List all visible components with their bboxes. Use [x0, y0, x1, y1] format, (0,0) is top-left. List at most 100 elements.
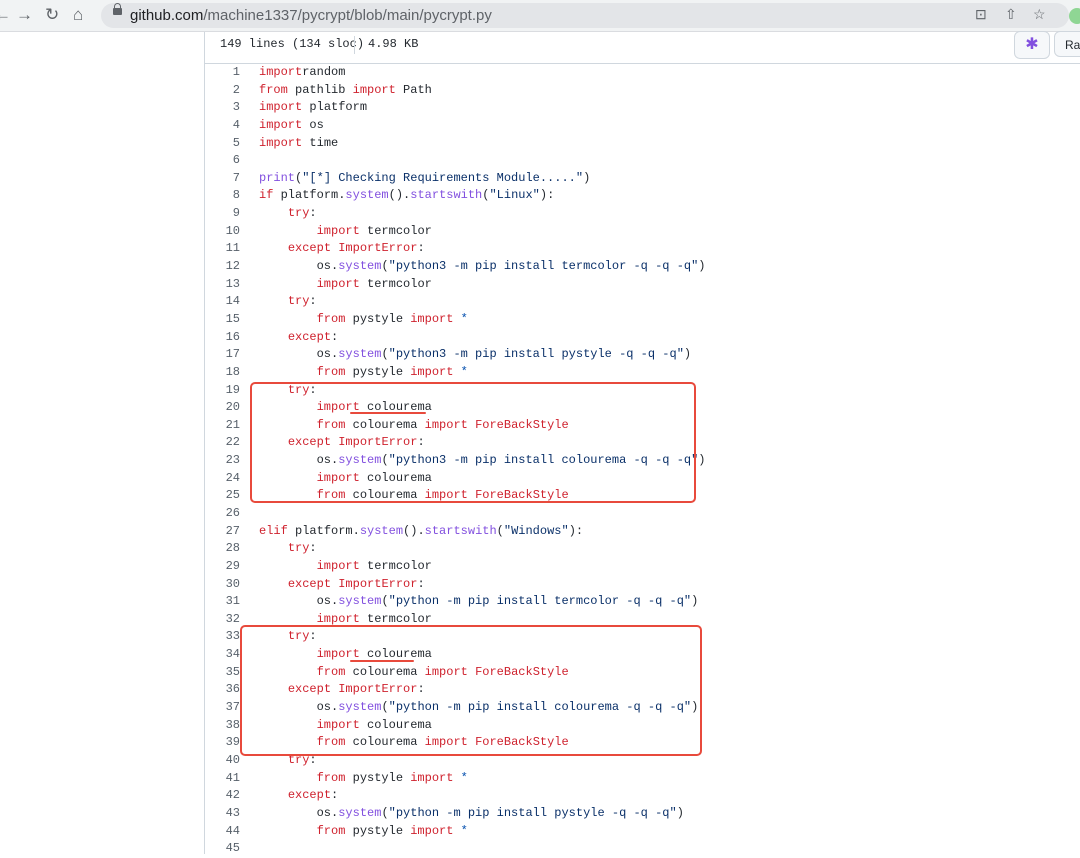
code-token: pathlib [287, 82, 353, 97]
raw-button[interactable]: Ra [1054, 31, 1080, 57]
home-icon[interactable]: ⌂ [73, 5, 83, 25]
code-token: ( [381, 259, 389, 274]
line-number[interactable]: 19 [205, 382, 240, 400]
line-number[interactable]: 38 [205, 717, 240, 735]
code-token: ) [676, 805, 684, 820]
line-number[interactable]: 26 [205, 505, 240, 523]
code-token: system [345, 188, 389, 203]
translate-icon[interactable]: ⊡ [975, 6, 987, 23]
divider [354, 36, 355, 54]
line-number[interactable]: 3 [205, 99, 240, 117]
line-number[interactable]: 41 [205, 770, 240, 788]
code-token: ) [683, 347, 692, 362]
code-token: ): [539, 188, 555, 203]
line-number[interactable]: 33 [205, 628, 240, 646]
code-token: ( [381, 347, 389, 362]
forward-arrow-icon[interactable]: → [16, 5, 33, 25]
code-token: * [460, 770, 468, 785]
url-host: github.com [130, 7, 204, 24]
line-number[interactable]: 7 [205, 170, 240, 188]
bookmark-star-icon[interactable]: ☆ [1033, 6, 1046, 23]
line-number[interactable]: 20 [205, 399, 240, 417]
code-token: os [302, 117, 324, 132]
line-number[interactable]: 25 [205, 487, 240, 505]
line-number[interactable]: 23 [205, 452, 240, 470]
line-number[interactable]: 14 [205, 293, 240, 311]
line-number[interactable]: 39 [205, 734, 240, 752]
line-number[interactable]: 21 [205, 417, 240, 435]
line-number[interactable]: 42 [205, 787, 240, 805]
line-number[interactable]: 5 [205, 135, 240, 153]
code-token: import [410, 364, 454, 379]
code-text: elif platform.system().startswith("Windo… [259, 523, 583, 541]
line-number[interactable]: 16 [205, 329, 240, 347]
code-token: ( [496, 523, 504, 538]
line-number[interactable]: 34 [205, 646, 240, 664]
copilot-icon[interactable]: ✱ [1014, 31, 1050, 59]
line-number[interactable]: 6 [205, 152, 240, 170]
share-icon[interactable]: ⇧ [1005, 6, 1017, 23]
line-number[interactable]: 28 [205, 540, 240, 558]
code-token: except [287, 576, 332, 591]
line-number[interactable]: 27 [205, 523, 240, 541]
code-text: from pystyle import * [259, 770, 468, 788]
code-token: pystyle [345, 823, 411, 838]
back-arrow-icon[interactable]: ← [0, 5, 11, 25]
line-number[interactable]: 2 [205, 82, 240, 100]
line-number[interactable]: 32 [205, 611, 240, 629]
code-token: ): [568, 523, 584, 538]
line-number[interactable]: 11 [205, 240, 240, 258]
browser-toolbar: ← → ↻ ⌂ github.com/machine1337/pycrypt/b… [0, 0, 1080, 32]
code-token: pystyle [345, 311, 411, 326]
line-number[interactable]: 37 [205, 699, 240, 717]
code-line: 12 os.system("python3 -m pip install ter… [205, 258, 1080, 276]
code-text: import termcolor [259, 558, 432, 576]
line-number[interactable]: 45 [205, 840, 240, 858]
code-line: 16 except: [205, 329, 1080, 347]
line-number[interactable]: 40 [205, 752, 240, 770]
code-text: try: [259, 205, 317, 223]
line-number[interactable]: 10 [205, 223, 240, 241]
profile-avatar[interactable] [1069, 8, 1080, 24]
code-token: import [259, 100, 303, 115]
code-token: termcolor [359, 276, 432, 291]
line-number[interactable]: 36 [205, 681, 240, 699]
code-text: from pystyle import * [259, 823, 468, 841]
line-number[interactable]: 35 [205, 664, 240, 682]
line-number[interactable]: 31 [205, 593, 240, 611]
code-token: "[*] Checking Requirements Module....." [302, 170, 584, 185]
line-number[interactable]: 1 [205, 64, 240, 82]
line-number[interactable]: 18 [205, 364, 240, 382]
line-number[interactable]: 9 [205, 205, 240, 223]
code-token: "python -m pip install termcolor -q -q -… [388, 594, 692, 609]
line-number[interactable]: 13 [205, 276, 240, 294]
line-number[interactable]: 22 [205, 434, 240, 452]
code-token: (). [388, 188, 411, 203]
line-number[interactable]: 30 [205, 576, 240, 594]
code-token: import [316, 223, 360, 238]
line-number[interactable]: 12 [205, 258, 240, 276]
code-token: from [316, 311, 346, 326]
line-number[interactable]: 29 [205, 558, 240, 576]
line-number[interactable]: 15 [205, 311, 240, 329]
annotation-underline-linux [350, 412, 426, 414]
code-token: from [316, 364, 346, 379]
line-number[interactable]: 44 [205, 823, 240, 841]
line-number[interactable]: 17 [205, 346, 240, 364]
line-number[interactable]: 43 [205, 805, 240, 823]
code-token: "Windows" [503, 523, 569, 538]
line-number[interactable]: 8 [205, 187, 240, 205]
code-token: from [316, 823, 346, 838]
line-number[interactable]: 4 [205, 117, 240, 135]
code-line: 28 try: [205, 540, 1080, 558]
code-token: try [287, 206, 310, 221]
address-bar[interactable]: github.com/machine1337/pycrypt/blob/main… [101, 3, 1069, 28]
reload-icon[interactable]: ↻ [45, 5, 59, 25]
code-token: system [338, 594, 382, 609]
line-number[interactable]: 24 [205, 470, 240, 488]
url-text[interactable]: github.com/machine1337/pycrypt/blob/main… [130, 7, 492, 24]
